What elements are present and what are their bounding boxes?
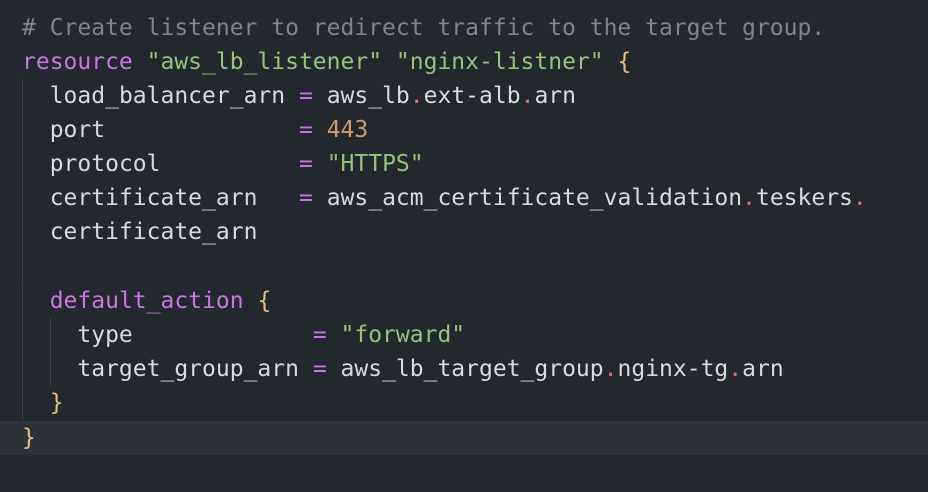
code-line-11[interactable]: target_group_arn = aws_lb_target_group.n… bbox=[0, 352, 928, 386]
reference-part: teskers bbox=[755, 185, 853, 211]
dot-operator: . bbox=[728, 356, 743, 382]
reference-continuation: certificate_arn bbox=[49, 219, 258, 245]
dot-operator: . bbox=[852, 185, 867, 211]
reference-part: nginx-tg bbox=[617, 356, 729, 382]
code-line-6[interactable]: certificate_arn = aws_acm_certificate_va… bbox=[0, 181, 928, 215]
padding bbox=[133, 322, 313, 348]
string-value: "HTTPS" bbox=[326, 151, 424, 177]
attribute-key: type bbox=[77, 322, 133, 348]
padding bbox=[285, 83, 299, 109]
dot-operator: . bbox=[409, 83, 424, 109]
code-line-4[interactable]: port = 443 bbox=[0, 113, 928, 147]
reference-part: arn bbox=[742, 356, 784, 382]
padding bbox=[105, 117, 299, 143]
code-line-9[interactable]: default_action { bbox=[0, 284, 928, 318]
equals-operator: = bbox=[298, 117, 313, 143]
equals-operator: = bbox=[298, 185, 313, 211]
code-line-13-active[interactable]: } bbox=[0, 421, 928, 455]
padding bbox=[257, 185, 299, 211]
padding bbox=[160, 151, 298, 177]
code-line-7[interactable]: certificate_arn bbox=[0, 215, 928, 249]
resource-name-string: "nginx-listner" bbox=[395, 49, 604, 75]
code-line-8[interactable] bbox=[0, 249, 928, 283]
code-line-12[interactable]: } bbox=[0, 386, 928, 420]
code-line-2[interactable]: resource "aws_lb_listener" "nginx-listne… bbox=[0, 45, 928, 79]
close-brace: } bbox=[49, 390, 64, 416]
reference-part: aws_lb_target_group bbox=[340, 356, 604, 382]
comment-text: # Create listener to redirect traffic to… bbox=[22, 15, 826, 41]
attribute-key: certificate_arn bbox=[49, 185, 258, 211]
code-line-10[interactable]: type = "forward" bbox=[0, 318, 928, 352]
code-editor[interactable]: # Create listener to redirect traffic to… bbox=[0, 0, 928, 492]
attribute-key: target_group_arn bbox=[77, 356, 299, 382]
reference-part: ext-alb bbox=[423, 83, 521, 109]
open-brace: { bbox=[257, 288, 272, 314]
equals-operator: = bbox=[312, 356, 327, 382]
equals-operator: = bbox=[312, 322, 327, 348]
reference-part: arn bbox=[534, 83, 576, 109]
indent-guide bbox=[22, 249, 23, 283]
attribute-key: protocol bbox=[49, 151, 161, 177]
resource-type-string: "aws_lb_listener" bbox=[146, 49, 383, 75]
reference-part: aws_acm_certificate_validation bbox=[326, 185, 743, 211]
string-value: "forward" bbox=[340, 322, 466, 348]
dot-operator: . bbox=[742, 185, 756, 211]
close-brace: } bbox=[22, 425, 36, 451]
attribute-key: load_balancer_arn bbox=[49, 83, 286, 109]
attribute-key: port bbox=[49, 117, 106, 143]
dot-operator: . bbox=[603, 356, 618, 382]
open-brace: { bbox=[617, 49, 632, 75]
equals-operator: = bbox=[298, 83, 313, 109]
resource-keyword: resource bbox=[22, 49, 133, 75]
code-line-1[interactable]: # Create listener to redirect traffic to… bbox=[0, 11, 928, 45]
padding bbox=[299, 356, 313, 382]
code-line-5[interactable]: protocol = "HTTPS" bbox=[0, 147, 928, 181]
block-keyword: default_action bbox=[49, 288, 244, 314]
dot-operator: . bbox=[520, 83, 535, 109]
equals-operator: = bbox=[298, 151, 313, 177]
reference-part: aws_lb bbox=[326, 83, 410, 109]
number-value: 443 bbox=[326, 117, 369, 143]
code-line-3[interactable]: load_balancer_arn = aws_lb.ext-alb.arn bbox=[0, 79, 928, 113]
